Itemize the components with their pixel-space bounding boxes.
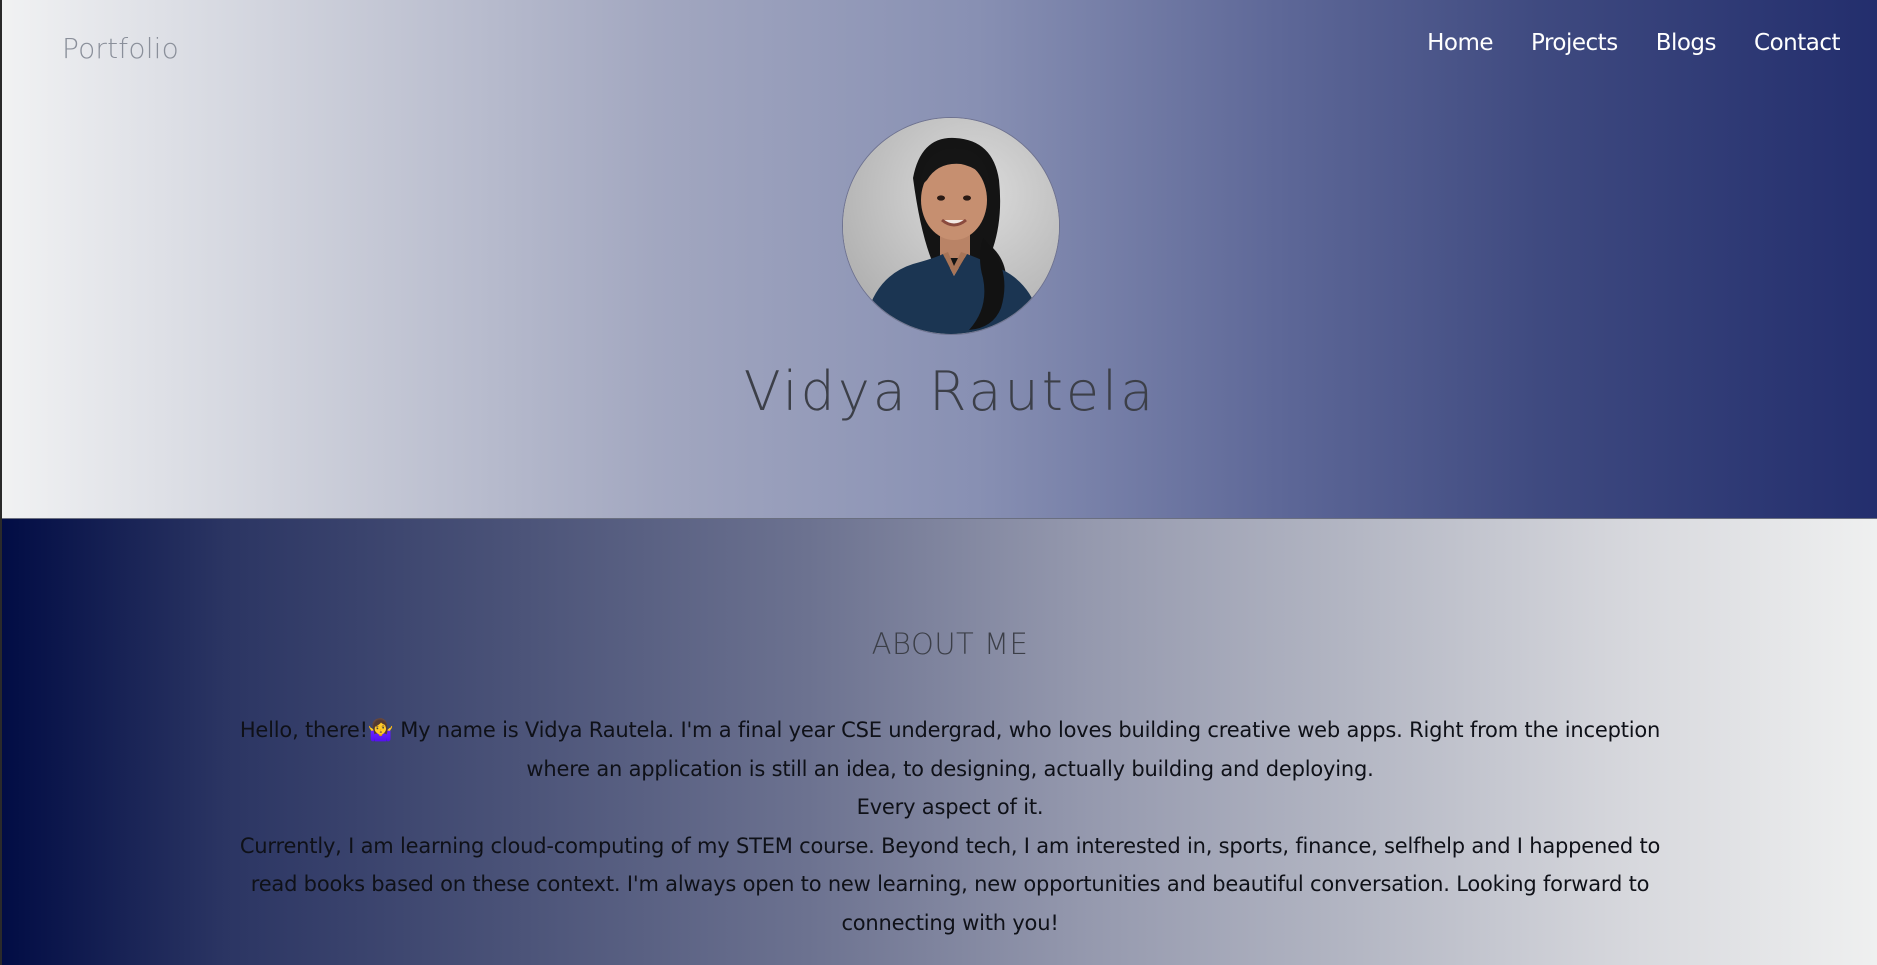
about-intro: Hello, there!🤷‍♀️ My name is Vidya Raute… bbox=[224, 711, 1676, 788]
nav-projects-link[interactable]: Projects bbox=[1531, 30, 1618, 56]
window-left-edge bbox=[0, 0, 2, 965]
hero-section: Portfolio Home Projects Blogs Contact Vi… bbox=[0, 0, 1877, 519]
about-line-currently: Currently, I am learning cloud-computing… bbox=[239, 833, 1661, 935]
profile-photo-icon bbox=[843, 118, 1059, 334]
nav-contact-link[interactable]: Contact bbox=[1754, 30, 1840, 56]
shrug-emoji-icon: 🤷‍♀️ bbox=[367, 718, 394, 742]
about-section: ABOUT ME Hello, there!🤷‍♀️ My name is Vi… bbox=[0, 519, 1877, 965]
about-intro-start: Hello, there! bbox=[239, 718, 368, 742]
profile-avatar bbox=[842, 117, 1060, 335]
main-nav: Home Projects Blogs Contact bbox=[1427, 30, 1840, 56]
about-line-every-aspect: Every aspect of it. bbox=[856, 795, 1044, 819]
hero-name-heading: Vidya Rautela bbox=[743, 360, 1157, 423]
nav-blogs-link[interactable]: Blogs bbox=[1656, 30, 1717, 56]
brand-link[interactable]: Portfolio bbox=[62, 32, 179, 65]
nav-home-link[interactable]: Home bbox=[1427, 30, 1493, 56]
about-title: ABOUT ME bbox=[871, 627, 1029, 661]
about-paragraph: Hello, there!🤷‍♀️ My name is Vidya Raute… bbox=[224, 711, 1676, 942]
about-intro-rest: My name is Vidya Rautela. I'm a final ye… bbox=[393, 718, 1661, 781]
